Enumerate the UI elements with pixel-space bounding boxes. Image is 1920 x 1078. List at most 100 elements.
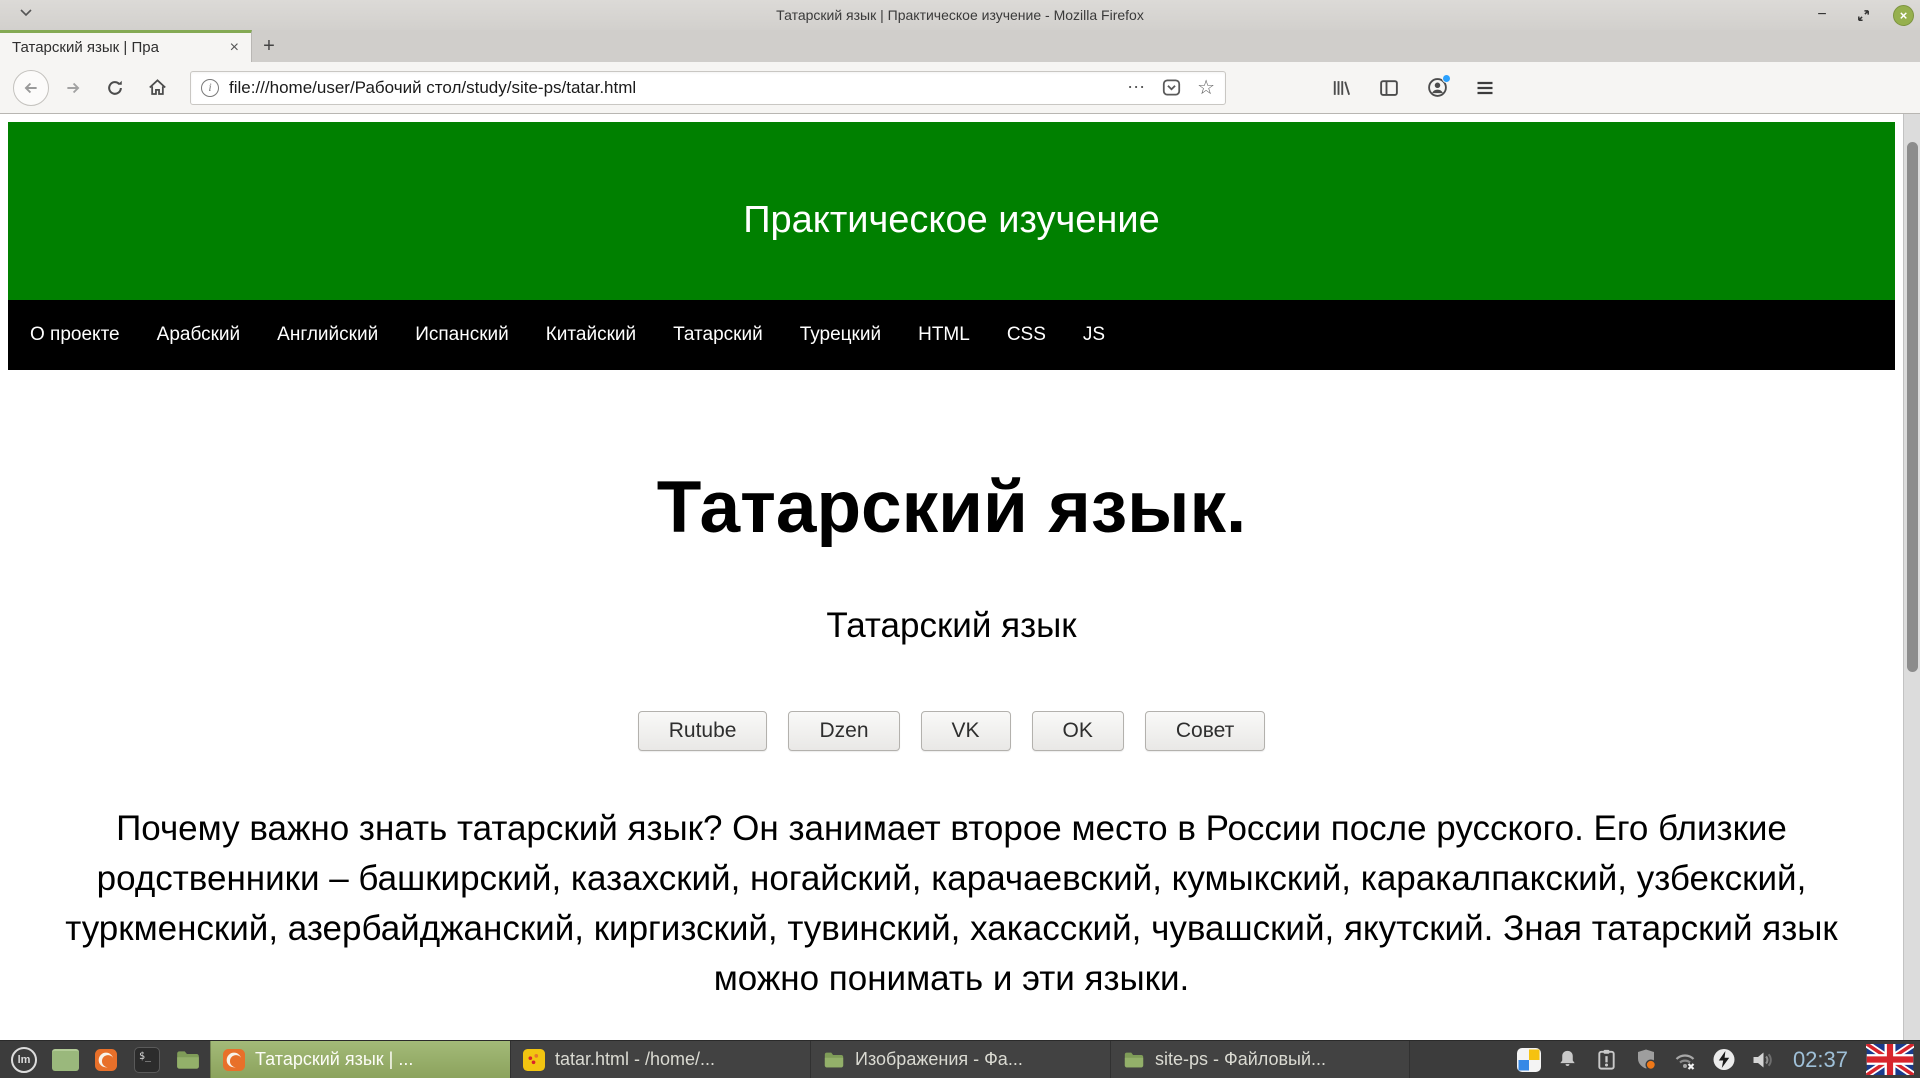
taskbar-window-label: Изображения - Фа... [855, 1049, 1023, 1070]
tab-close-icon[interactable]: × [226, 39, 243, 57]
account-notification-dot [1442, 74, 1451, 83]
terminal-launcher[interactable]: $_ [133, 1046, 161, 1074]
back-button[interactable] [13, 70, 49, 106]
show-desktop-button[interactable] [51, 1046, 79, 1074]
home-icon [148, 78, 167, 97]
shield-icon [1634, 1047, 1658, 1072]
dzen-button[interactable]: Dzen [788, 711, 899, 751]
bookmark-star-icon[interactable]: ☆ [1197, 75, 1215, 100]
address-bar[interactable]: i file:///home/user/Рабочий стол/study/s… [190, 71, 1226, 105]
nav-link-turkish[interactable]: Турецкий [800, 324, 881, 346]
text-editor-icon [523, 1049, 545, 1071]
mintreport-tray-button[interactable] [1517, 1048, 1541, 1072]
speaker-icon [1751, 1047, 1775, 1073]
taskbar-window-label: tatar.html - /home/... [555, 1049, 715, 1070]
desktop: Татарский язык | Практическое изучение -… [0, 0, 1920, 1078]
page-title: Татарский язык. [8, 465, 1895, 550]
nav-link-tatar[interactable]: Татарский [673, 324, 763, 346]
network-tray-button[interactable] [1673, 1048, 1697, 1072]
firefox-icon [95, 1049, 117, 1071]
browser-tab[interactable]: Татарский язык | Пра × [0, 30, 252, 62]
chevron-down-icon[interactable] [20, 9, 32, 17]
page-header-banner: Практическое изучение [8, 122, 1895, 300]
nav-link-arabic[interactable]: Арабский [157, 324, 241, 346]
taskbar-window-editor[interactable]: tatar.html - /home/... [510, 1041, 810, 1078]
tab-bar: Татарский язык | Пра × + [0, 30, 1920, 62]
taskbar: lm $_ Татарский язык | ... tatar.htm [0, 1040, 1920, 1078]
mint-menu-button[interactable]: lm [10, 1046, 38, 1074]
files-launcher[interactable] [174, 1046, 202, 1074]
folder-icon [823, 1049, 845, 1071]
update-manager-tray-button[interactable] [1634, 1048, 1658, 1072]
site-nav: О проекте Арабский Английский Испанский … [8, 300, 1895, 370]
terminal-icon: $_ [134, 1047, 160, 1073]
taskbar-window-list: Татарский язык | ... tatar.html - /home/… [210, 1041, 1507, 1078]
page-actions-icon[interactable]: ⋯ [1127, 77, 1146, 98]
taskbar-window-siteps[interactable]: site-ps - Файловый... [1110, 1041, 1410, 1078]
nav-link-html[interactable]: HTML [918, 324, 970, 346]
nav-link-js[interactable]: JS [1083, 324, 1105, 346]
window-titlebar: Татарский язык | Практическое изучение -… [0, 0, 1920, 30]
library-icon [1331, 78, 1351, 98]
system-tray: 02:37 [1507, 1044, 1916, 1075]
vk-button[interactable]: VK [921, 711, 1011, 751]
site-title: Практическое изучение [743, 199, 1160, 242]
forward-button[interactable] [55, 70, 91, 106]
social-buttons-row: Rutube Dzen VK OK Совет [8, 711, 1895, 751]
taskbar-window-label: Татарский язык | ... [255, 1049, 413, 1070]
nav-link-about[interactable]: О проекте [30, 324, 120, 346]
bell-icon [1556, 1048, 1579, 1071]
scrollbar-thumb[interactable] [1907, 142, 1918, 672]
ok-button[interactable]: OK [1032, 711, 1124, 751]
browser-toolbar: i file:///home/user/Рабочий стол/study/s… [0, 62, 1920, 114]
maximize-button[interactable] [1852, 4, 1874, 26]
keyboard-layout-flag-icon[interactable] [1866, 1044, 1914, 1075]
account-button[interactable] [1420, 71, 1454, 105]
page-viewport: Практическое изучение О проекте Арабский… [0, 114, 1920, 1040]
firefox-icon [223, 1049, 245, 1071]
site-info-icon[interactable]: i [201, 79, 219, 97]
close-button[interactable]: × [1893, 5, 1914, 26]
toolbar-right [1324, 71, 1502, 105]
reload-icon [106, 79, 124, 97]
minimize-button[interactable]: − [1811, 4, 1833, 26]
clipboard-tray-button[interactable] [1595, 1048, 1619, 1072]
sovet-button[interactable]: Совет [1145, 711, 1265, 751]
taskbar-window-label: site-ps - Файловый... [1155, 1049, 1326, 1070]
home-button[interactable] [139, 70, 175, 106]
page-subtitle: Татарский язык [8, 605, 1895, 647]
urlbar-actions: ⋯ ☆ [1127, 75, 1215, 100]
sidebar-icon [1379, 78, 1399, 98]
folder-icon [1123, 1049, 1145, 1071]
taskbar-window-firefox[interactable]: Татарский язык | ... [210, 1041, 510, 1078]
nav-link-spanish[interactable]: Испанский [415, 324, 509, 346]
sidebar-button[interactable] [1372, 71, 1406, 105]
nav-link-english[interactable]: Английский [277, 324, 378, 346]
nav-link-css[interactable]: CSS [1007, 324, 1046, 346]
volume-tray-button[interactable] [1751, 1048, 1775, 1072]
notifications-tray-button[interactable] [1556, 1048, 1580, 1072]
clock[interactable]: 02:37 [1793, 1047, 1848, 1073]
folder-icon [174, 1047, 202, 1073]
mint-logo-icon: lm [11, 1047, 37, 1073]
power-tray-button[interactable] [1712, 1048, 1736, 1072]
library-button[interactable] [1324, 71, 1358, 105]
window-controls: − × [1811, 0, 1914, 30]
power-icon [1712, 1047, 1736, 1072]
scrollbar[interactable] [1903, 114, 1920, 1040]
reload-button[interactable] [97, 70, 133, 106]
taskbar-window-images[interactable]: Изображения - Фа... [810, 1041, 1110, 1078]
firefox-launcher[interactable] [92, 1046, 120, 1074]
new-tab-button[interactable]: + [252, 30, 286, 62]
menu-button[interactable] [1468, 71, 1502, 105]
rutube-button[interactable]: Rutube [638, 711, 768, 751]
pocket-icon[interactable] [1162, 78, 1181, 97]
taskbar-launchers: lm $_ [4, 1046, 210, 1074]
url-text[interactable]: file:///home/user/Рабочий стол/study/sit… [229, 78, 1119, 98]
maximize-icon [1856, 8, 1871, 23]
forward-icon [64, 79, 82, 97]
clipboard-alert-icon [1595, 1048, 1618, 1071]
web-page: Практическое изучение О проекте Арабский… [8, 122, 1895, 1004]
hamburger-icon [1475, 78, 1495, 98]
nav-link-chinese[interactable]: Китайский [546, 324, 636, 346]
